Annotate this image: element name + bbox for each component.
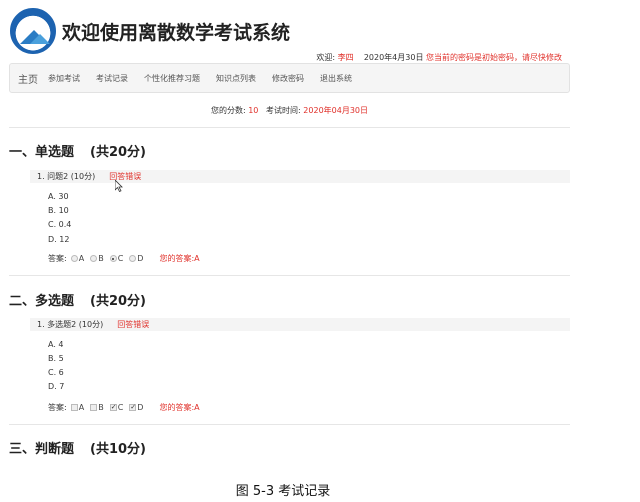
question-label: 1. 问题2 (10分) — [37, 172, 96, 181]
nav-exam-records[interactable]: 考试记录 — [96, 73, 128, 84]
university-logo — [10, 8, 56, 54]
your-answer: 您的答案:A — [159, 403, 200, 412]
option-c: C. 0.4 — [48, 220, 72, 229]
user-info-bar: 欢迎: 李四 2020年4月30日 您当前的密码是初始密码，请尽快修改 — [300, 52, 562, 63]
radio-choice-d[interactable]: D — [129, 254, 143, 263]
nav-knowledge-points[interactable]: 知识点列表 — [216, 73, 256, 84]
option-a: A. 4 — [48, 340, 64, 349]
figure-caption: 图 5-3 考试记录 — [235, 484, 331, 499]
nav-home[interactable]: 主页 — [18, 71, 38, 86]
radio-choice-a[interactable]: A — [70, 254, 84, 263]
section-title-true-false: 三、判断题 (共10分) — [9, 442, 146, 457]
score-value: 10 — [248, 106, 259, 115]
divider — [9, 275, 570, 276]
welcome-label: 欢迎: — [316, 53, 336, 62]
option-b: B. 10 — [48, 206, 69, 215]
answer-row: 答案: A B ✓ C ✓ D 您的答案:A — [48, 402, 200, 413]
score-bar: 您的分数: 10 考试时间: 2020年04月30日 — [9, 105, 570, 116]
password-warning: 您当前的密码是初始密码，请尽快修改 — [426, 53, 562, 62]
exam-time-label: 考试时间: — [266, 106, 301, 115]
option-b: B. 5 — [48, 354, 64, 363]
score-label: 您的分数: — [210, 106, 246, 115]
answer-label: 答案: — [48, 254, 67, 263]
answer-row: 答案: A B C D 您的答案:A — [48, 253, 200, 264]
nav-recommended-exercises[interactable]: 个性化推荐习题 — [144, 73, 200, 84]
option-c: C. 6 — [48, 368, 64, 377]
checkbox-choice-d[interactable]: ✓ D — [129, 403, 143, 412]
nav-take-exam[interactable]: 参加考试 — [48, 73, 80, 84]
check-icon: ✓ — [109, 403, 117, 411]
radio-choice-c[interactable]: C — [109, 254, 123, 263]
answer-label: 答案: — [48, 403, 67, 412]
question-label: 1. 多选题2 (10分) — [37, 320, 104, 329]
divider — [9, 424, 570, 425]
checkbox-choice-c[interactable]: ✓ C — [109, 403, 123, 412]
exam-time-value: 2020年04月30日 — [303, 106, 369, 115]
divider — [9, 127, 570, 128]
current-date: 2020年4月30日 — [363, 53, 424, 62]
question-header: 1. 问题2 (10分) 回答错误 — [30, 170, 570, 183]
check-icon: ✓ — [129, 403, 137, 411]
option-d: D. 12 — [48, 235, 70, 244]
checkbox-choice-b[interactable]: B — [90, 403, 104, 412]
question-status: 回答错误 — [117, 320, 150, 329]
checkbox-choice-a[interactable]: A — [70, 403, 84, 412]
site-title: 欢迎使用离散数学考试系统 — [62, 22, 291, 44]
section-title-single-choice: 一、单选题 (共20分) — [9, 145, 146, 160]
option-d: D. 7 — [48, 382, 65, 391]
your-answer: 您的答案:A — [159, 254, 200, 263]
main-nav: 主页 参加考试 考试记录 个性化推荐习题 知识点列表 修改密码 退出系统 — [9, 63, 570, 93]
username[interactable]: 李四 — [338, 53, 354, 62]
page-header: 欢迎使用离散数学考试系统 — [10, 8, 570, 54]
nav-change-password[interactable]: 修改密码 — [272, 73, 304, 84]
radio-choice-b[interactable]: B — [90, 254, 104, 263]
nav-logout[interactable]: 退出系统 — [320, 73, 352, 84]
question-header: 1. 多选题2 (10分) 回答错误 — [30, 318, 570, 331]
section-title-multiple-choice: 二、多选题 (共20分) — [9, 294, 146, 309]
option-a: A. 30 — [48, 192, 69, 201]
mouse-cursor-icon — [114, 177, 123, 193]
